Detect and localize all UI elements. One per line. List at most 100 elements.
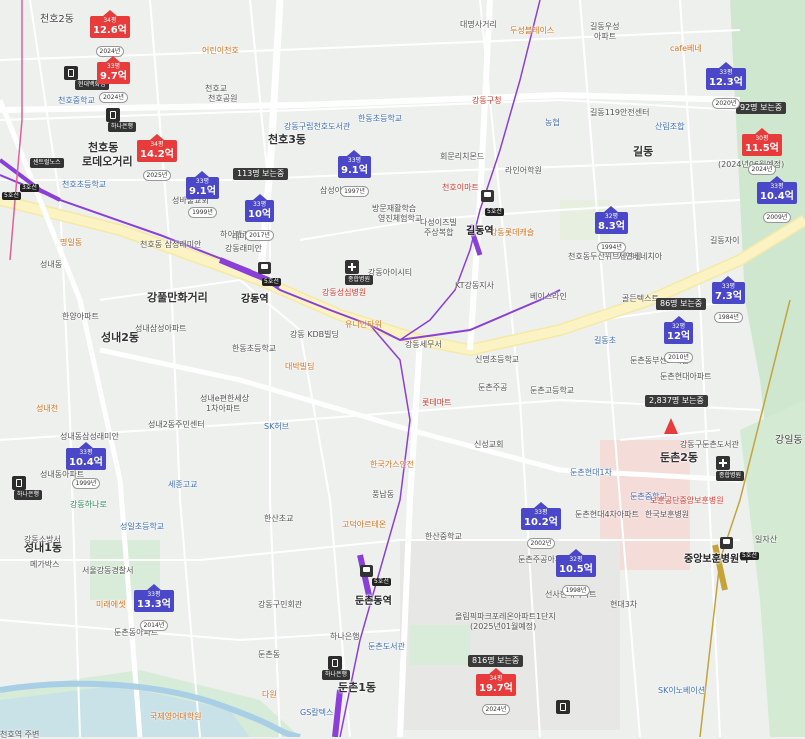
- facility-bubble[interactable]: 종합병원: [345, 275, 374, 285]
- line-badge: 5호선: [2, 192, 21, 200]
- facility-bubble[interactable]: 종합병원: [716, 471, 745, 481]
- subway-station-icon[interactable]: [258, 262, 271, 274]
- poi-label: 강동아이시티: [368, 268, 413, 277]
- marker-year: 1998년: [561, 585, 591, 596]
- poi-label: 성내천: [36, 404, 59, 413]
- bank-pin-icon[interactable]: [106, 108, 120, 122]
- marker-year: 1984년: [714, 312, 743, 323]
- price-marker[interactable]: 33평 10.2억 2002년: [521, 502, 561, 549]
- facility-bubble[interactable]: 센트럴노스: [30, 158, 64, 168]
- viewer-count-badge[interactable]: 816명 보는중: [468, 655, 524, 667]
- viewer-count-badge[interactable]: 86명 보는중: [656, 298, 707, 310]
- poi-label: GS칼텍스: [300, 708, 334, 717]
- poi-label: 회문리치몬드: [440, 152, 485, 161]
- poi-label: KT강동지사: [455, 281, 494, 290]
- price-marker[interactable]: 33평 13.3억 2014년: [134, 584, 174, 631]
- marker-year: 2020년: [711, 98, 741, 109]
- poi-label: 골든텍스트: [622, 294, 659, 303]
- subway-station-icon[interactable]: [360, 565, 373, 577]
- marker-price: 8.3억: [598, 221, 625, 232]
- poi-label: 대명사거리: [460, 20, 497, 29]
- poi-label: 대박빌딩: [285, 362, 315, 371]
- price-marker[interactable]: 33평 7.3억 1984년: [712, 276, 745, 323]
- poi-label: 어린이천호: [202, 46, 239, 55]
- station-name[interactable]: 길동역: [466, 222, 494, 237]
- marker-size: 32평: [569, 556, 583, 563]
- poi-label: 강동 KDB빌딩: [290, 330, 339, 339]
- marker-year: 1999년: [188, 207, 217, 218]
- complex-label: 성내삼성아파트: [135, 324, 187, 333]
- poi-label: 풍납동: [372, 490, 395, 499]
- price-marker[interactable]: 33평 10.4억 2009년: [757, 176, 797, 223]
- line-badge: 5호선: [740, 552, 759, 560]
- bank-pin-icon[interactable]: [328, 656, 342, 670]
- price-marker[interactable]: 33평 10.4억 1999년: [66, 442, 106, 489]
- price-marker[interactable]: 34평 12.6억 2024년: [90, 10, 130, 57]
- station-name[interactable]: 강동역: [241, 290, 269, 305]
- line-badge: 5호선: [372, 578, 391, 586]
- hot-marker-icon[interactable]: [664, 418, 678, 434]
- complex-label: 성내동삼성래미안: [60, 432, 119, 441]
- price-marker[interactable]: 33평 10억 2017년: [245, 194, 275, 241]
- subway-station-icon[interactable]: [481, 190, 494, 202]
- hospital-icon[interactable]: [716, 456, 730, 470]
- line-badge: 5호선: [485, 208, 504, 216]
- poi-label: 한국보훈병원: [645, 510, 690, 519]
- area-label: 로데오거리: [82, 155, 133, 168]
- marker-size: 33평: [534, 509, 548, 516]
- area-label: 성내2동: [101, 331, 140, 344]
- station-name[interactable]: 둔촌동역: [355, 592, 392, 607]
- price-marker[interactable]: 32평 10.5억 1998년: [556, 549, 596, 596]
- viewer-count-badge[interactable]: 113명 보는중: [233, 168, 289, 180]
- marker-year: 2017년: [245, 230, 274, 241]
- poi-label: 다원: [262, 690, 277, 699]
- station-name[interactable]: 중앙보훈병원역: [684, 550, 748, 565]
- facility-bubble[interactable]: 하나은행: [14, 490, 43, 500]
- marker-size: 34평: [103, 17, 117, 24]
- complex-label: 강동래미안: [225, 244, 262, 253]
- price-marker[interactable]: 33평 12.3억 2020년: [706, 62, 746, 109]
- poi-label: 길동119안전센터: [590, 108, 650, 117]
- poi-label: 한산중학교: [425, 532, 462, 541]
- viewer-count-badge[interactable]: 2,837명 보는중: [645, 395, 708, 407]
- poi-label: 고덕아르테온: [342, 520, 387, 529]
- hospital-icon[interactable]: [345, 260, 359, 274]
- price-marker[interactable]: 34평 19.7억 2024년: [476, 668, 516, 715]
- price-marker[interactable]: 33평 9.1억 1997년: [338, 150, 371, 197]
- marker-size: 33평: [770, 183, 784, 190]
- price-marker[interactable]: 34평 14.2억 2025년: [137, 134, 177, 181]
- marker-year: 2009년: [762, 212, 792, 223]
- poi-label: 하나은행: [330, 632, 360, 641]
- poi-label: cafe베네: [670, 44, 702, 53]
- price-marker[interactable]: 33평 9.7억 2024년: [97, 56, 130, 103]
- poi-label: 명일동: [60, 238, 83, 247]
- area-label: 천호3동: [268, 133, 307, 146]
- subway-station-icon[interactable]: [720, 537, 733, 549]
- bank-pin-icon[interactable]: [12, 476, 26, 490]
- poi-label: 일자산: [755, 535, 778, 544]
- poi-label: 강동소방서: [24, 535, 61, 544]
- bank-pin-icon[interactable]: [64, 66, 78, 80]
- poi-label: 베이스라인: [530, 292, 567, 301]
- marker-year: 1997년: [340, 186, 369, 197]
- complex-label: 천호동 삼성래미안: [140, 240, 202, 249]
- poi-label: 강동하나로: [70, 500, 107, 509]
- marker-price: 14.2억: [140, 149, 174, 160]
- facility-bubble[interactable]: 하나은행: [108, 122, 137, 132]
- poi-label: 천호중학교: [58, 96, 95, 105]
- bank-pin-icon[interactable]: [556, 700, 570, 714]
- poi-label: 강동구민회관: [258, 600, 303, 609]
- area-label: 강풀만화거리: [147, 291, 208, 304]
- poi-label: 서연베네치아: [618, 252, 663, 261]
- price-marker[interactable]: 30평 11.5억 2024년: [742, 128, 782, 175]
- poi-label: 둔촌주공: [478, 383, 508, 392]
- marker-year: 1994년: [597, 242, 626, 253]
- facility-bubble[interactable]: 하나은행: [322, 670, 351, 680]
- poi-label: 영진체험학교: [378, 214, 423, 223]
- map-canvas[interactable]: [0, 0, 805, 737]
- price-marker[interactable]: 33평 9.1억 1999년: [186, 171, 219, 218]
- price-marker[interactable]: 32평 8.3억 1994년: [595, 206, 628, 253]
- price-marker[interactable]: 32평 12억 2010년: [664, 316, 694, 363]
- area-label: 둔촌2동: [660, 451, 699, 464]
- poi-label: 천호역 주변: [0, 730, 40, 739]
